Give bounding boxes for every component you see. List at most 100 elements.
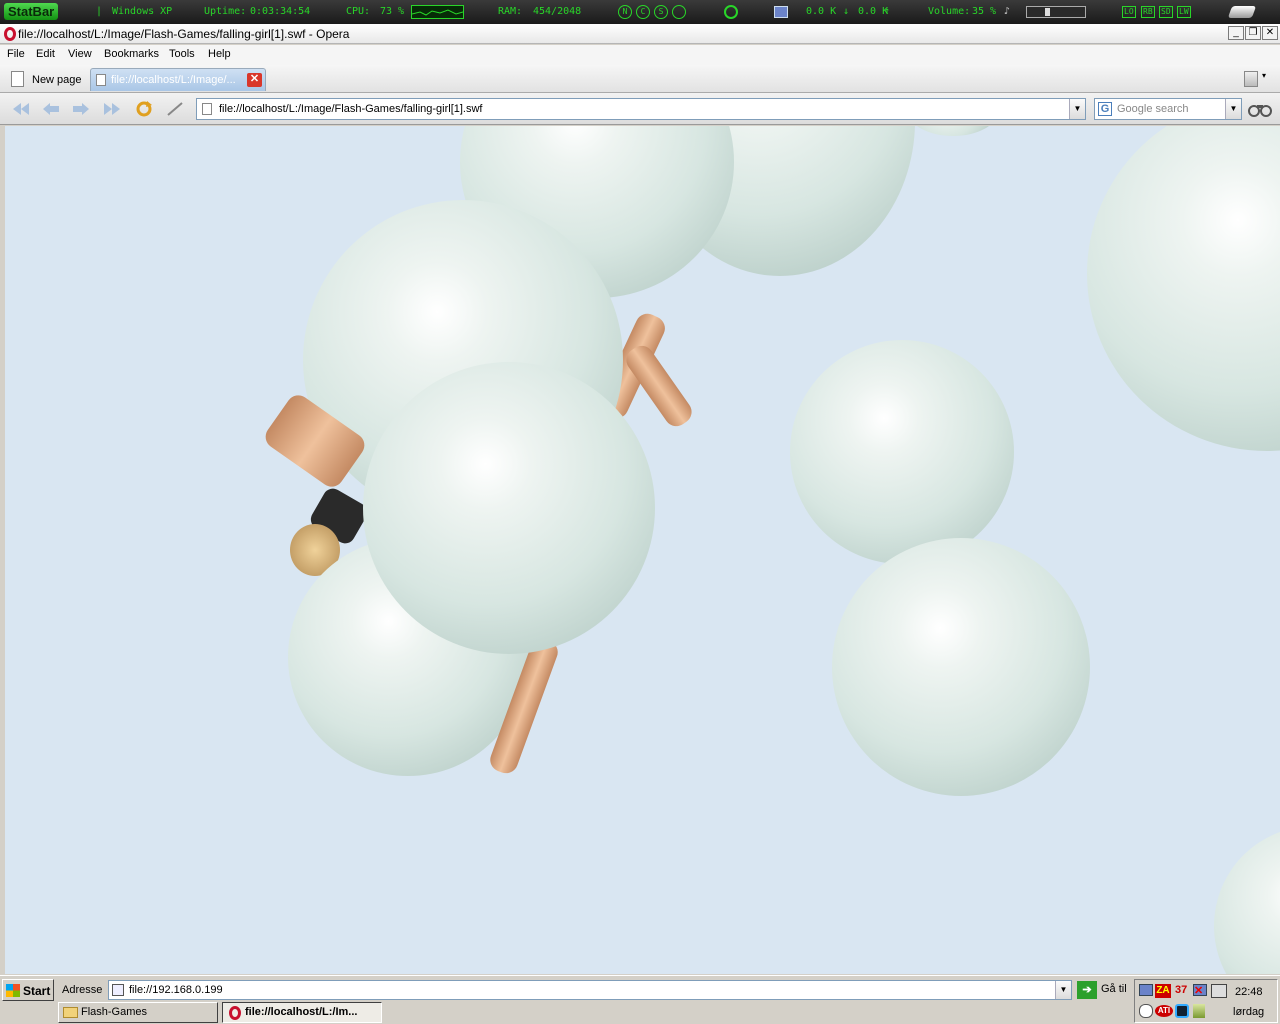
menu-tools[interactable]: Tools (169, 48, 195, 60)
address-dropdown-icon[interactable]: ▼ (1069, 99, 1085, 119)
status-c-icon[interactable]: C (636, 5, 650, 19)
drive-sd-icon[interactable]: SD (1159, 6, 1173, 18)
clock-time[interactable]: 22:48 (1235, 986, 1263, 998)
forward-icon[interactable] (70, 99, 92, 119)
close-window-button[interactable]: ✕ (1262, 26, 1278, 40)
tab-active[interactable]: file://localhost/L:/Image/... ✕ (90, 68, 266, 91)
cpu-value: 73 % (380, 6, 405, 17)
start-label: Start (23, 984, 51, 998)
zonealarm-icon[interactable]: ZA (1155, 984, 1171, 998)
folder-icon (63, 1007, 78, 1018)
menu-view[interactable]: View (68, 48, 92, 60)
bubble (1214, 826, 1280, 974)
bubble (1087, 126, 1280, 451)
taskbar-address-label: Adresse (62, 984, 103, 996)
menu-bar: File Edit View Bookmarks Tools Help (0, 45, 1280, 65)
new-page-button[interactable]: New page (6, 68, 86, 91)
page-icon (112, 984, 124, 996)
volume-slider-thumb[interactable] (1045, 8, 1050, 16)
statbar-logo[interactable]: StatBar (4, 3, 59, 20)
flash-game-area[interactable] (5, 126, 1280, 974)
x-icon: ✕ (1194, 985, 1204, 997)
network-swirl-icon[interactable] (724, 5, 738, 19)
edit-pen-icon[interactable] (164, 99, 186, 119)
rewind-icon[interactable] (10, 99, 32, 119)
menu-edit[interactable]: Edit (36, 48, 55, 60)
windows-logo-icon (6, 984, 20, 997)
network-computer-icon[interactable] (774, 6, 788, 18)
menu-bookmarks[interactable]: Bookmarks (104, 48, 159, 60)
ram-value: 454/2048 (533, 6, 582, 17)
drive-lo-icon[interactable]: LO (1122, 6, 1136, 18)
tray-target-icon[interactable] (1175, 1004, 1189, 1018)
bubble (832, 538, 1090, 796)
opera-logo-icon (229, 1006, 241, 1020)
tray-app-icon[interactable] (1211, 984, 1227, 998)
eject-drive-icon[interactable] (1227, 6, 1257, 18)
go-arrow-icon[interactable]: ➔ (1077, 981, 1097, 999)
status-s-icon[interactable]: S (654, 5, 668, 19)
status-info-icon[interactable] (672, 5, 686, 19)
cpu-graph (411, 5, 464, 19)
binoculars-icon[interactable] (1248, 101, 1272, 117)
drive-lw-icon[interactable]: LW (1177, 6, 1191, 18)
ram-label: RAM: (498, 6, 523, 17)
menu-file[interactable]: File (7, 48, 25, 60)
new-page-label: New page (32, 74, 82, 86)
uptime-value: 0:03:34:54 (250, 6, 311, 17)
volume-slider[interactable] (1026, 6, 1086, 18)
taskbar: Start Adresse file://192.168.0.199 ▼ ➔ G… (0, 975, 1280, 1024)
volume-value: 35 % (972, 6, 997, 17)
opera-logo-icon[interactable] (4, 27, 16, 41)
restore-button[interactable]: ❐ (1245, 26, 1261, 40)
arrow-up-icon: ↑ (884, 6, 891, 17)
tab-bar: New page file://localhost/L:/Image/... ✕… (0, 65, 1280, 93)
net-down-value: 0.0 K (806, 6, 837, 17)
tray-counter[interactable]: 37 (1175, 984, 1187, 996)
task-flash-games-label: Flash-Games (81, 1006, 148, 1018)
address-field[interactable]: file://localhost/L:/Image/Flash-Games/fa… (196, 98, 1086, 120)
trash-dropdown-icon[interactable]: ▾ (1262, 71, 1266, 80)
trash-icon[interactable] (1244, 71, 1258, 87)
statbar: StatBar | Windows XP Uptime: 0:03:34:54 … (0, 0, 1280, 24)
start-button[interactable]: Start (2, 979, 54, 1001)
tray-pen-icon[interactable] (1193, 1004, 1205, 1018)
speaker-icon[interactable]: ♪ (1004, 6, 1010, 17)
search-dropdown-icon[interactable]: ▼ (1225, 99, 1241, 119)
back-icon[interactable] (40, 99, 62, 119)
tab-active-label: file://localhost/L:/Image/... (111, 74, 236, 86)
search-field[interactable]: G Google search ▼ (1094, 98, 1242, 120)
page-icon (96, 74, 106, 86)
window-title: file://localhost/L:/Image/Flash-Games/fa… (18, 27, 350, 41)
task-opera[interactable]: file://localhost/L:/Im... (222, 1002, 382, 1023)
cpu-label: CPU: (346, 6, 371, 17)
search-placeholder[interactable]: Google search (1117, 103, 1189, 115)
menu-help[interactable]: Help (208, 48, 231, 60)
go-label[interactable]: Gå til (1101, 983, 1127, 995)
fast-forward-icon[interactable] (101, 99, 123, 119)
bubble (790, 340, 1014, 564)
taskbar-address-field[interactable]: file://192.168.0.199 ▼ (108, 980, 1072, 1000)
ati-icon[interactable]: ATI (1155, 1005, 1173, 1017)
new-page-icon (11, 71, 24, 87)
address-toolbar: file://localhost/L:/Image/Flash-Games/fa… (0, 93, 1280, 125)
mouse-icon[interactable] (1139, 1004, 1153, 1018)
system-tray: ZA 37 ✕ ATI 22:48 lørdag (1134, 979, 1278, 1023)
taskbar-address-value[interactable]: file://192.168.0.199 (129, 984, 223, 996)
network-computer-icon[interactable] (1139, 984, 1153, 996)
window-titlebar: file://localhost/L:/Image/Flash-Games/fa… (0, 24, 1280, 44)
status-n-icon[interactable]: N (618, 5, 632, 19)
page-icon (202, 103, 212, 115)
arrow-down-icon: ↓ (843, 6, 850, 17)
minimize-button[interactable]: _ (1228, 26, 1244, 40)
google-icon[interactable]: G (1098, 102, 1112, 116)
taskbar-address-dropdown-icon[interactable]: ▼ (1055, 981, 1071, 999)
volume-label: Volume: (928, 6, 971, 17)
clock-day[interactable]: lørdag (1233, 1006, 1264, 1018)
address-value[interactable]: file://localhost/L:/Image/Flash-Games/fa… (219, 103, 483, 115)
reload-icon[interactable] (133, 99, 155, 119)
task-flash-games[interactable]: Flash-Games (58, 1002, 218, 1023)
close-tab-icon[interactable]: ✕ (247, 73, 262, 87)
drive-rb-icon[interactable]: RB (1141, 6, 1155, 18)
network-disconnected-icon[interactable]: ✕ (1193, 984, 1207, 997)
